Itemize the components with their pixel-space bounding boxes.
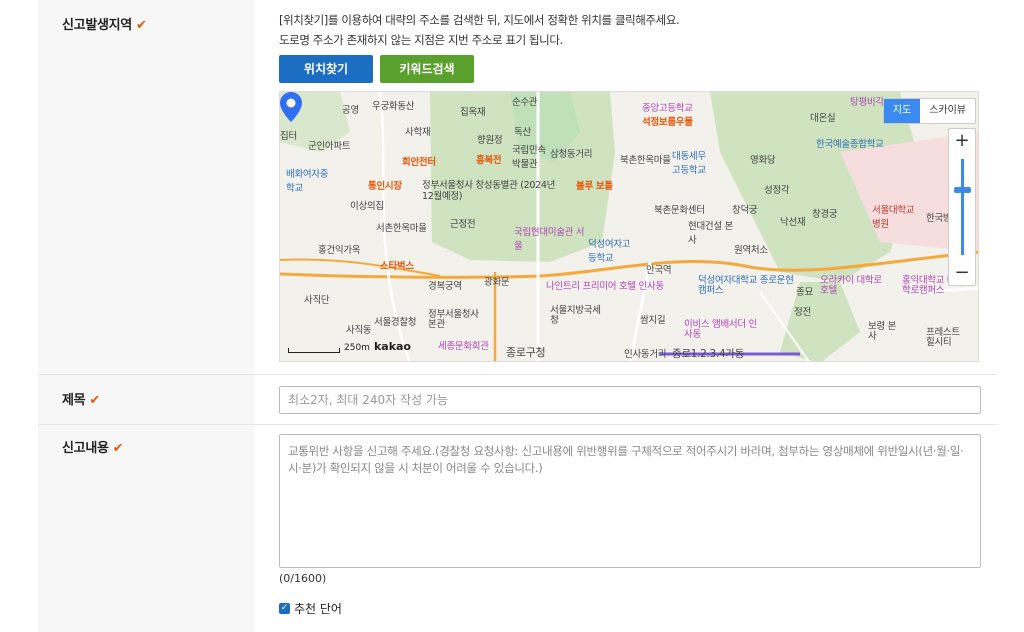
required-check-icon: ✔	[135, 18, 147, 33]
map-view[interactable]: 우궁화동산 순수관 중앙고등학교 탕평비각 공영 집옥재 석정보름우물 대온실 …	[279, 91, 979, 362]
map-label: 순수관	[512, 97, 538, 108]
map-label: 배화여자중학교	[286, 169, 329, 194]
location-desc-line1: [위치찾기]를 이용하여 대략의 주소를 검색한 뒤, 지도에서 정확한 위치를…	[279, 13, 680, 27]
map-label: 회안전터	[402, 157, 436, 168]
map-label: 공영	[342, 105, 359, 116]
map-label: 군인아파트	[308, 141, 351, 152]
scale-bar	[288, 348, 340, 353]
map-label: 독산	[514, 127, 531, 138]
map-label: 쌈지길	[640, 315, 666, 326]
location-description: [위치찾기]를 이용하여 대략의 주소를 검색한 뒤, 지도에서 정확한 위치를…	[279, 10, 680, 50]
map-label: 블루 보틀	[576, 181, 613, 192]
report-form: 신고발생지역 ✔ [위치찾기]를 이용하여 대략의 주소를 검색한 뒤, 지도에서…	[38, 0, 997, 632]
map-label: 근정전	[450, 219, 476, 230]
label-column: 신고발생지역 ✔	[38, 0, 254, 374]
map-label: 서울대학교병원	[872, 205, 915, 230]
map-label: 인사동거리	[624, 349, 667, 360]
map-type-map-button[interactable]: 지도	[883, 99, 921, 123]
map-label: 사학재	[405, 127, 431, 138]
map-label: 이비스 앰배서더 인사동	[684, 319, 757, 340]
map-label: 집옥재	[460, 107, 486, 118]
map-label: 덕성여자대학교 종로운현캠퍼스	[698, 275, 794, 296]
map-label: 스타벅스	[380, 261, 414, 272]
map-type-skyview-button[interactable]: 스카이뷰	[920, 99, 975, 123]
location-desc-line2: 도로명 주소가 존재하지 않는 지점은 지번 주소로 표기 됩니다.	[279, 33, 563, 47]
zoom-out-button[interactable]: −	[949, 261, 975, 285]
map-label: 국립민속박물관	[512, 145, 546, 170]
recommend-words-label: 추천 단어	[294, 602, 342, 616]
map-label: 정부서울청사 본관	[428, 309, 479, 330]
map-label: 서울경찰청	[374, 317, 417, 328]
map-label: 광화문	[484, 277, 510, 288]
scale-text: 250m	[344, 343, 370, 353]
title-input[interactable]	[279, 386, 981, 414]
map-label: 창덕궁	[732, 205, 758, 216]
zoom-in-button[interactable]: +	[949, 129, 975, 153]
map-label: 향원정	[477, 135, 503, 146]
map-label: 홍건익가옥	[318, 245, 361, 256]
map-label: 북촌문화센터	[654, 205, 705, 216]
map-label: 대온실	[810, 113, 836, 124]
keyword-search-button[interactable]: 키워드검색	[380, 55, 474, 83]
label-column: 제목 ✔	[38, 375, 254, 424]
location-pin-icon	[280, 92, 302, 122]
map-label: 종로1.2.3.4가동	[672, 348, 745, 360]
title-label: 제목 ✔	[62, 393, 100, 408]
label-column: 신고내용 ✔	[38, 425, 254, 632]
required-check-icon: ✔	[89, 393, 100, 408]
map-label: 종로구청	[506, 346, 546, 359]
map-label: 사직단	[304, 295, 330, 306]
zoom-track[interactable]	[961, 159, 964, 255]
map-label: 낙선재	[780, 217, 806, 228]
map-label: 경복궁역	[428, 281, 462, 292]
map-label: 우궁화동산	[372, 101, 415, 112]
map-label: 석정보름우물	[642, 117, 693, 128]
kakao-logo: kakao	[373, 340, 411, 353]
map-label: 국립현대미술관 서울	[514, 227, 585, 252]
map-label: 덕성여자고등학교	[588, 239, 631, 264]
location-label: 신고발생지역 ✔	[62, 18, 147, 33]
map-scale: 250m kakao	[288, 340, 411, 353]
map-label: 현대건설 본사	[688, 221, 733, 246]
map-label: 이상의집	[350, 201, 384, 212]
map-label: 정부서울청사 창성동별관 (2024년12월예정)	[422, 180, 556, 202]
char-counter: (0/1600)	[279, 572, 327, 585]
map-label: 집터	[280, 131, 297, 142]
map-label: 성정각	[764, 185, 790, 196]
map-label: 정전	[794, 307, 811, 318]
map-label: 대동세무고등학교	[672, 151, 706, 176]
map-type-toggle: 지도 스카이뷰	[882, 98, 976, 124]
map-label: 종묘	[796, 287, 813, 298]
map-label: 창경궁	[812, 209, 838, 220]
content-textarea[interactable]	[279, 434, 981, 568]
map-label: 탕평비각	[850, 97, 884, 108]
map-label: 원역처소	[734, 245, 768, 256]
map-label: 영화당	[750, 155, 776, 166]
recommend-words-option[interactable]: ✓ 추천 단어	[279, 600, 342, 617]
map-label: 서울지방국세청	[550, 305, 601, 326]
zoom-control: + −	[948, 128, 976, 286]
map-label: 보령 본사	[868, 321, 897, 342]
zoom-slider-handle[interactable]	[954, 187, 971, 193]
recommend-words-checkbox[interactable]: ✓	[279, 603, 290, 614]
map-label: 통인시장	[368, 181, 402, 192]
find-location-button[interactable]: 위치찾기	[279, 55, 373, 83]
location-row: 신고발생지역 ✔ [위치찾기]를 이용하여 대략의 주소를 검색한 뒤, 지도에서…	[38, 0, 997, 375]
required-check-icon: ✔	[112, 441, 124, 456]
content-label: 신고내용 ✔	[62, 441, 124, 456]
map-label: 프레스트 힐시티	[926, 327, 960, 348]
map-label: 서촌한옥마을	[376, 223, 427, 234]
map-label: 중앙고등학교	[642, 103, 693, 114]
map-label: 세종문화회관	[438, 341, 489, 352]
map-label: 북촌한옥마을	[620, 155, 671, 166]
map-label: 사직동	[346, 325, 372, 336]
map-label: 오라카이 대학로호텔	[820, 275, 882, 296]
map-label: 흥복전	[476, 155, 502, 166]
map-label: 삼청동거리	[550, 149, 593, 160]
map-label: 안국역	[646, 265, 672, 276]
map-label: 나인트리 프리미어 호텔 인사동	[546, 281, 664, 292]
map-label: 한국예술종합학교	[816, 139, 884, 150]
